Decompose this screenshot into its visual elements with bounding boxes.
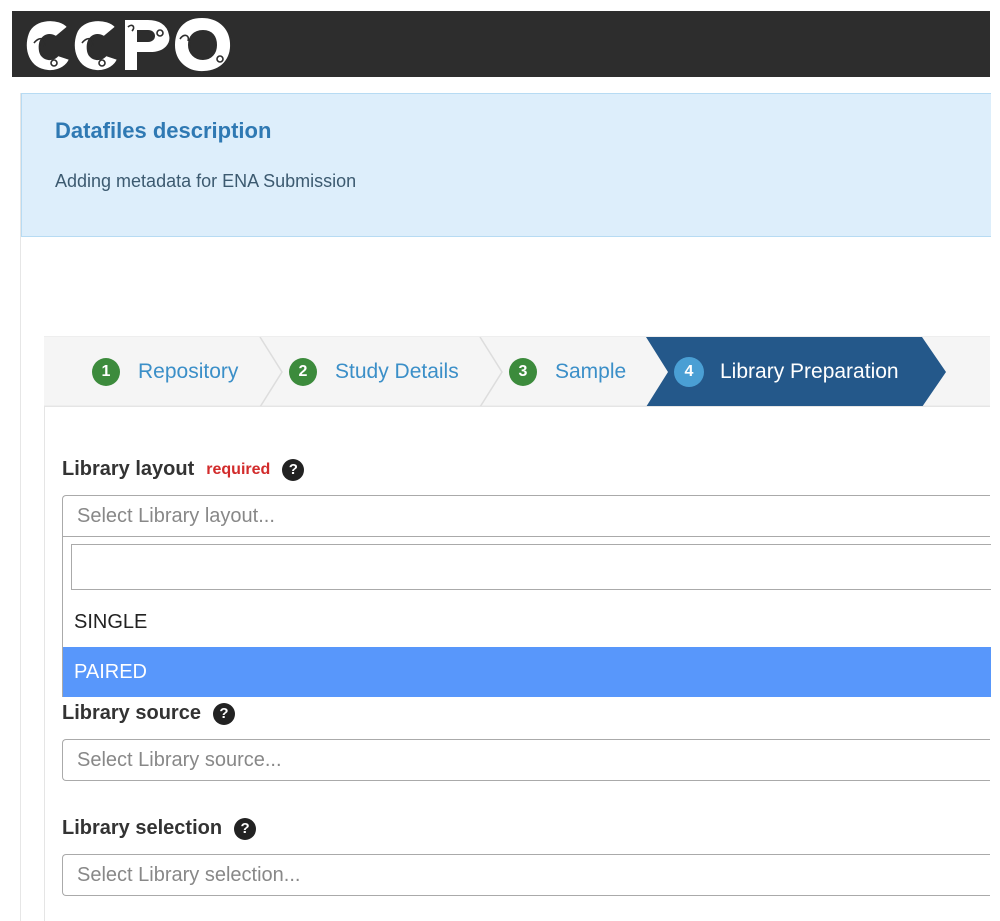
copo-logo-icon	[24, 15, 233, 74]
step-separator	[479, 337, 503, 407]
copo-logo[interactable]	[20, 13, 235, 75]
field-label-text: Library layout	[62, 458, 195, 480]
option-paired[interactable]: PAIRED	[63, 647, 991, 697]
field-label-text: Library selection	[62, 817, 223, 839]
info-callout: Datafiles description Adding metadata fo…	[21, 93, 991, 237]
step-label: Repository	[138, 360, 239, 383]
question-circle-icon[interactable]: ?	[234, 817, 257, 840]
select-placeholder: Select Library selection...	[77, 863, 301, 886]
callout-title: Datafiles description	[55, 118, 272, 143]
select-placeholder: Select Library layout...	[77, 504, 275, 527]
step-repository[interactable]: 1 Repository	[92, 337, 238, 407]
library-layout-label: Library layout required ?	[62, 458, 305, 481]
question-circle-icon[interactable]: ?	[282, 458, 305, 481]
step-badge: 3	[509, 358, 537, 386]
library-selection-select[interactable]: Select Library selection...	[62, 854, 990, 896]
required-marker: required	[206, 460, 271, 478]
select-placeholder: Select Library source...	[77, 748, 282, 771]
callout-text: Adding metadata for ENA Submission	[55, 171, 357, 191]
library-selection-label: Library selection ?	[62, 817, 257, 840]
step-separator	[259, 337, 283, 407]
step-badge: 2	[289, 358, 317, 386]
step-badge: 1	[92, 358, 120, 386]
step-label: Library Preparation	[720, 360, 899, 383]
step-label: Sample	[555, 360, 627, 383]
top-navbar	[12, 11, 990, 77]
step-library-preparation[interactable]: 4 Library Preparation	[646, 337, 946, 407]
step-label: Study Details	[335, 360, 459, 383]
wizard-steps: 1 Repository 2 Study Details 3 Sample 4 …	[44, 336, 990, 407]
library-source-label: Library source ?	[62, 702, 235, 725]
step-sample[interactable]: 3 Sample	[509, 337, 626, 407]
step-study-details[interactable]: 2 Study Details	[289, 337, 459, 407]
option-single[interactable]: SINGLE	[63, 597, 991, 647]
library-layout-dropdown: SINGLE PAIRED	[62, 537, 991, 697]
question-circle-icon[interactable]: ?	[212, 702, 235, 725]
field-label-text: Library source	[62, 702, 201, 724]
step-badge: 4	[674, 357, 704, 387]
library-source-select[interactable]: Select Library source...	[62, 739, 990, 781]
dropdown-search-input[interactable]	[71, 544, 991, 590]
library-layout-select[interactable]: Select Library layout...	[62, 495, 990, 537]
